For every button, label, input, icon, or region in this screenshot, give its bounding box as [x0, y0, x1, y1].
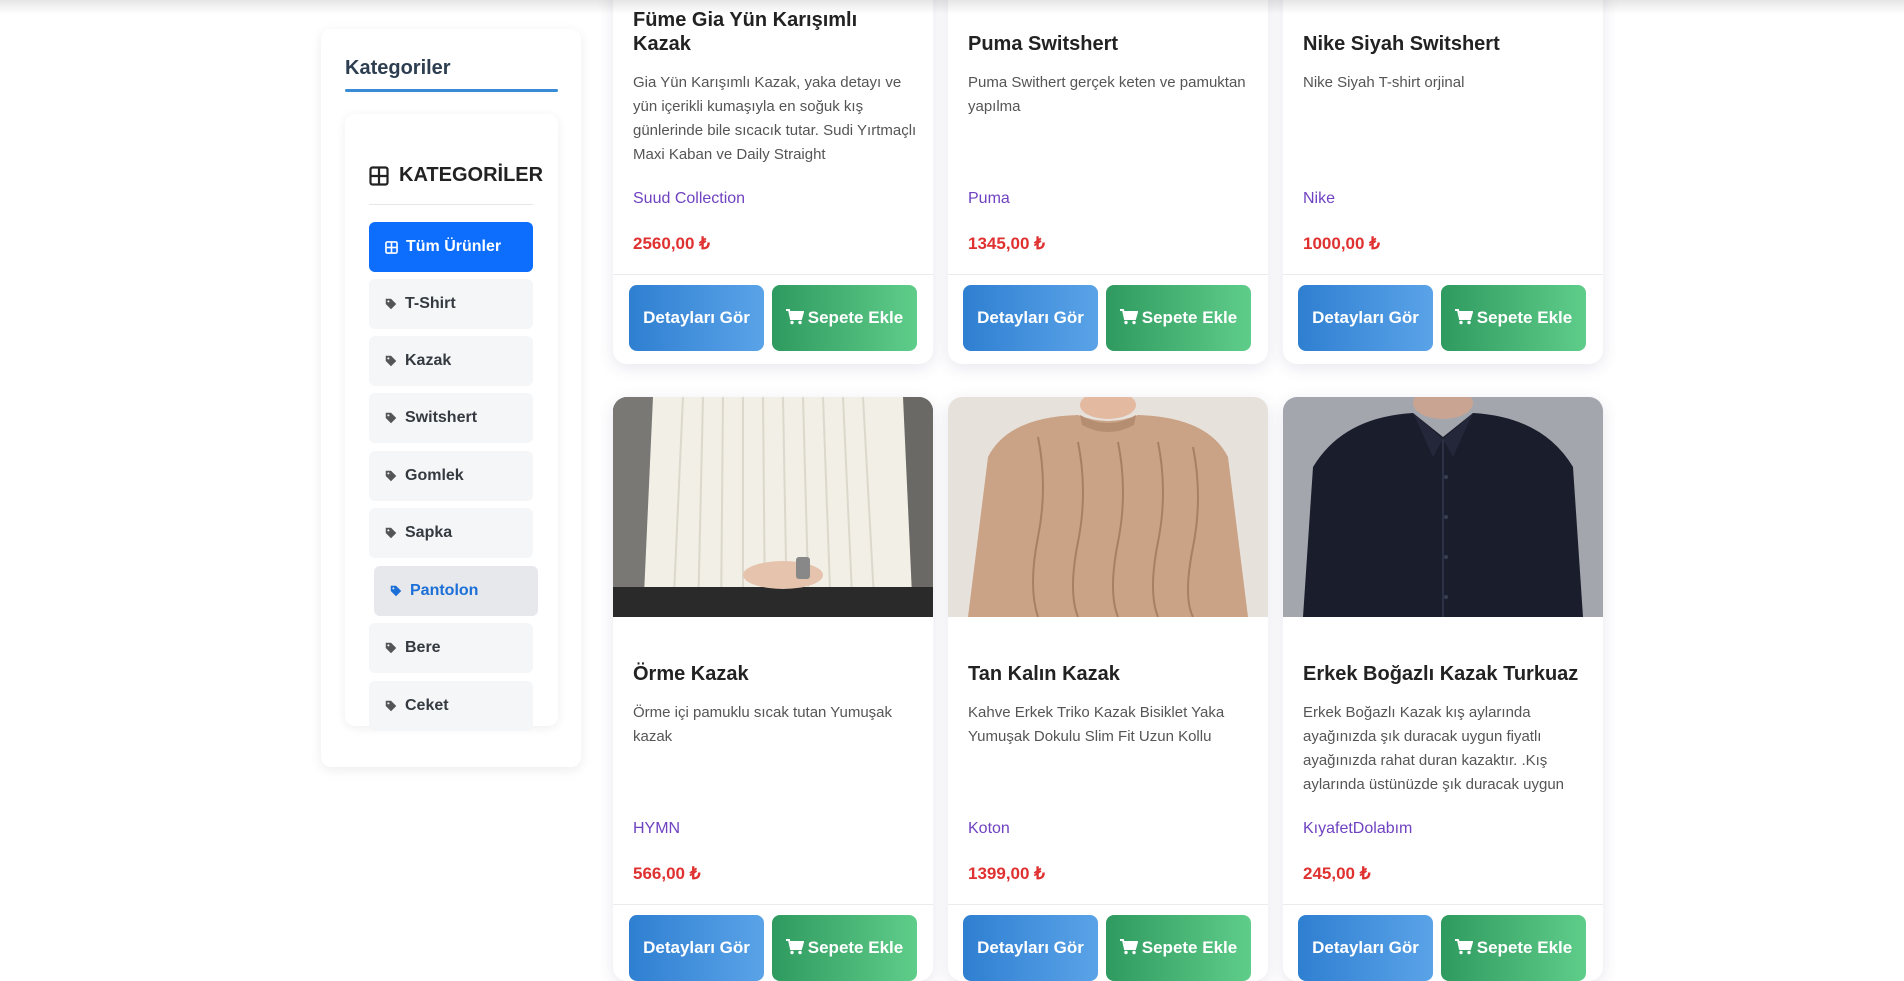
add-to-cart-button[interactable]: Sepete Ekle: [1441, 285, 1586, 351]
product-title: Örme Kazak: [633, 663, 749, 685]
category-item-ceket[interactable]: Ceket: [369, 681, 533, 731]
product-image[interactable]: [948, 397, 1268, 617]
product-description: Nike Siyah T-shirt orjinal: [1303, 74, 1465, 91]
product-brand: Koton: [968, 820, 1010, 837]
product-price: 2560,00 ₺: [633, 234, 710, 253]
tag-icon: [385, 470, 397, 482]
cart-icon: [785, 309, 805, 325]
sidebar-title-underline: [345, 89, 558, 92]
add-to-cart-label: Sepete Ekle: [1141, 938, 1238, 957]
product-image[interactable]: [613, 397, 933, 617]
category-item-switshert[interactable]: Switshert: [369, 393, 533, 443]
details-button[interactable]: Detayları Gör: [963, 915, 1098, 981]
category-card-title: KATEGORİLER: [399, 164, 544, 186]
product-title: Füme Gia Yün Karışımlı Kazak: [633, 9, 858, 55]
add-to-cart-label: Sepete Ekle: [1476, 308, 1573, 327]
category-item-label: Ceket: [405, 697, 449, 714]
category-item-tum-urunler[interactable]: Tüm Ürünler: [369, 222, 533, 272]
add-to-cart-button[interactable]: Sepete Ekle: [772, 285, 917, 351]
card-divider: [948, 904, 1268, 905]
add-to-cart-label: Sepete Ekle: [1476, 938, 1573, 957]
product-price: 1345,00 ₺: [968, 234, 1045, 253]
category-item-label: Switshert: [405, 409, 478, 426]
category-divider: [369, 204, 533, 205]
details-button[interactable]: Detayları Gör: [629, 915, 764, 981]
category-item-tshirt[interactable]: T-Shirt: [369, 279, 533, 329]
product-card: Erkek Boğazlı Kazak Turkuaz Erkek Boğazl…: [1283, 397, 1603, 981]
add-to-cart-button[interactable]: Sepete Ekle: [1441, 915, 1586, 981]
tag-icon: [385, 298, 397, 310]
card-divider: [613, 274, 933, 275]
tag-icon: [385, 355, 397, 367]
details-button[interactable]: Detayları Gör: [1298, 285, 1433, 351]
tag-icon: [390, 585, 402, 597]
category-item-pantolon[interactable]: Pantolon: [374, 566, 538, 616]
category-item-label: Pantolon: [410, 582, 479, 599]
product-title: Tan Kalın Kazak: [968, 663, 1120, 685]
cart-icon: [1119, 939, 1139, 955]
category-item-kazak[interactable]: Kazak: [369, 336, 533, 386]
product-description: Puma Swithert gerçek keten ve pamuktan y…: [968, 74, 1246, 115]
add-to-cart-label: Sepete Ekle: [807, 308, 904, 327]
category-item-gomlek[interactable]: Gomlek: [369, 451, 533, 501]
details-button[interactable]: Detayları Gör: [963, 285, 1098, 351]
product-price: 245,00 ₺: [1303, 864, 1371, 883]
category-item-sapka[interactable]: Sapka: [369, 508, 533, 558]
product-card: Örme Kazak Örme içi pamuklu sıcak tutan …: [613, 397, 933, 981]
add-to-cart-label: Sepete Ekle: [807, 938, 904, 957]
top-shadow: [0, 0, 1904, 14]
category-item-label: Tüm Ürünler: [406, 238, 502, 255]
tag-icon: [385, 700, 397, 712]
product-title: Erkek Boğazlı Kazak Turkuaz: [1303, 663, 1579, 685]
category-item-label: Bere: [405, 639, 441, 656]
grid-icon: [385, 240, 398, 254]
card-divider: [1283, 904, 1603, 905]
cart-icon: [785, 939, 805, 955]
add-to-cart-button[interactable]: Sepete Ekle: [772, 915, 917, 981]
cart-icon: [1454, 939, 1474, 955]
category-item-bere[interactable]: Bere: [369, 623, 533, 673]
product-card: Füme Gia Yün Karışımlı Kazak Gia Yün Kar…: [613, 0, 933, 364]
tag-icon: [385, 412, 397, 424]
sidebar-title: Kategoriler: [345, 57, 451, 79]
cart-icon: [1454, 309, 1474, 325]
product-card: Nike Siyah Switshert Nike Siyah T-shirt …: [1283, 0, 1603, 364]
product-title: Puma Switshert: [968, 33, 1119, 55]
product-description: Erkek Boğazlı Kazak kış aylarında ayağın…: [1303, 704, 1564, 793]
product-description: Kahve Erkek Triko Kazak Bisiklet Yaka Yu…: [968, 704, 1225, 745]
product-brand: Nike: [1303, 190, 1336, 207]
category-card-header: KATEGORİLER: [369, 164, 543, 187]
product-brand: Puma: [968, 190, 1010, 207]
tag-icon: [385, 527, 397, 539]
category-item-label: Gomlek: [405, 467, 464, 484]
sidebar: Kategoriler KATEGORİLER Tüm Ürünler T-Sh…: [321, 29, 581, 767]
category-item-label: Kazak: [405, 352, 452, 369]
product-price: 1000,00 ₺: [1303, 234, 1380, 253]
add-to-cart-button[interactable]: Sepete Ekle: [1106, 915, 1251, 981]
product-description: Örme içi pamuklu sıcak tutan Yumuşak kaz…: [633, 704, 892, 745]
product-title: Nike Siyah Switshert: [1303, 33, 1500, 55]
add-to-cart-button[interactable]: Sepete Ekle: [1106, 285, 1251, 351]
details-button[interactable]: Detayları Gör: [629, 285, 764, 351]
product-image[interactable]: [1283, 397, 1603, 617]
category-card: KATEGORİLER Tüm Ürünler T-Shirt Kazak Sw…: [345, 114, 558, 731]
card-divider: [613, 904, 933, 905]
cart-icon: [1119, 309, 1139, 325]
tag-icon: [385, 642, 397, 654]
product-brand: Suud Collection: [633, 190, 746, 207]
product-price: 566,00 ₺: [633, 864, 701, 883]
details-button[interactable]: Detayları Gör: [1298, 915, 1433, 981]
grid-icon: [369, 165, 389, 186]
product-card: Puma Switshert Puma Swithert gerçek kete…: [948, 0, 1268, 364]
card-divider: [1283, 274, 1603, 275]
product-card: Tan Kalın Kazak Kahve Erkek Triko Kazak …: [948, 397, 1268, 981]
product-brand: KıyafetDolabım: [1303, 820, 1413, 837]
card-divider: [948, 274, 1268, 275]
add-to-cart-label: Sepete Ekle: [1141, 308, 1238, 327]
product-price: 1399,00 ₺: [968, 864, 1045, 883]
product-description: Gia Yün Karışımlı Kazak, yaka detayı ve …: [633, 74, 917, 163]
category-item-label: T-Shirt: [405, 295, 456, 312]
category-item-label: Sapka: [405, 524, 453, 541]
product-brand: HYMN: [633, 820, 681, 837]
